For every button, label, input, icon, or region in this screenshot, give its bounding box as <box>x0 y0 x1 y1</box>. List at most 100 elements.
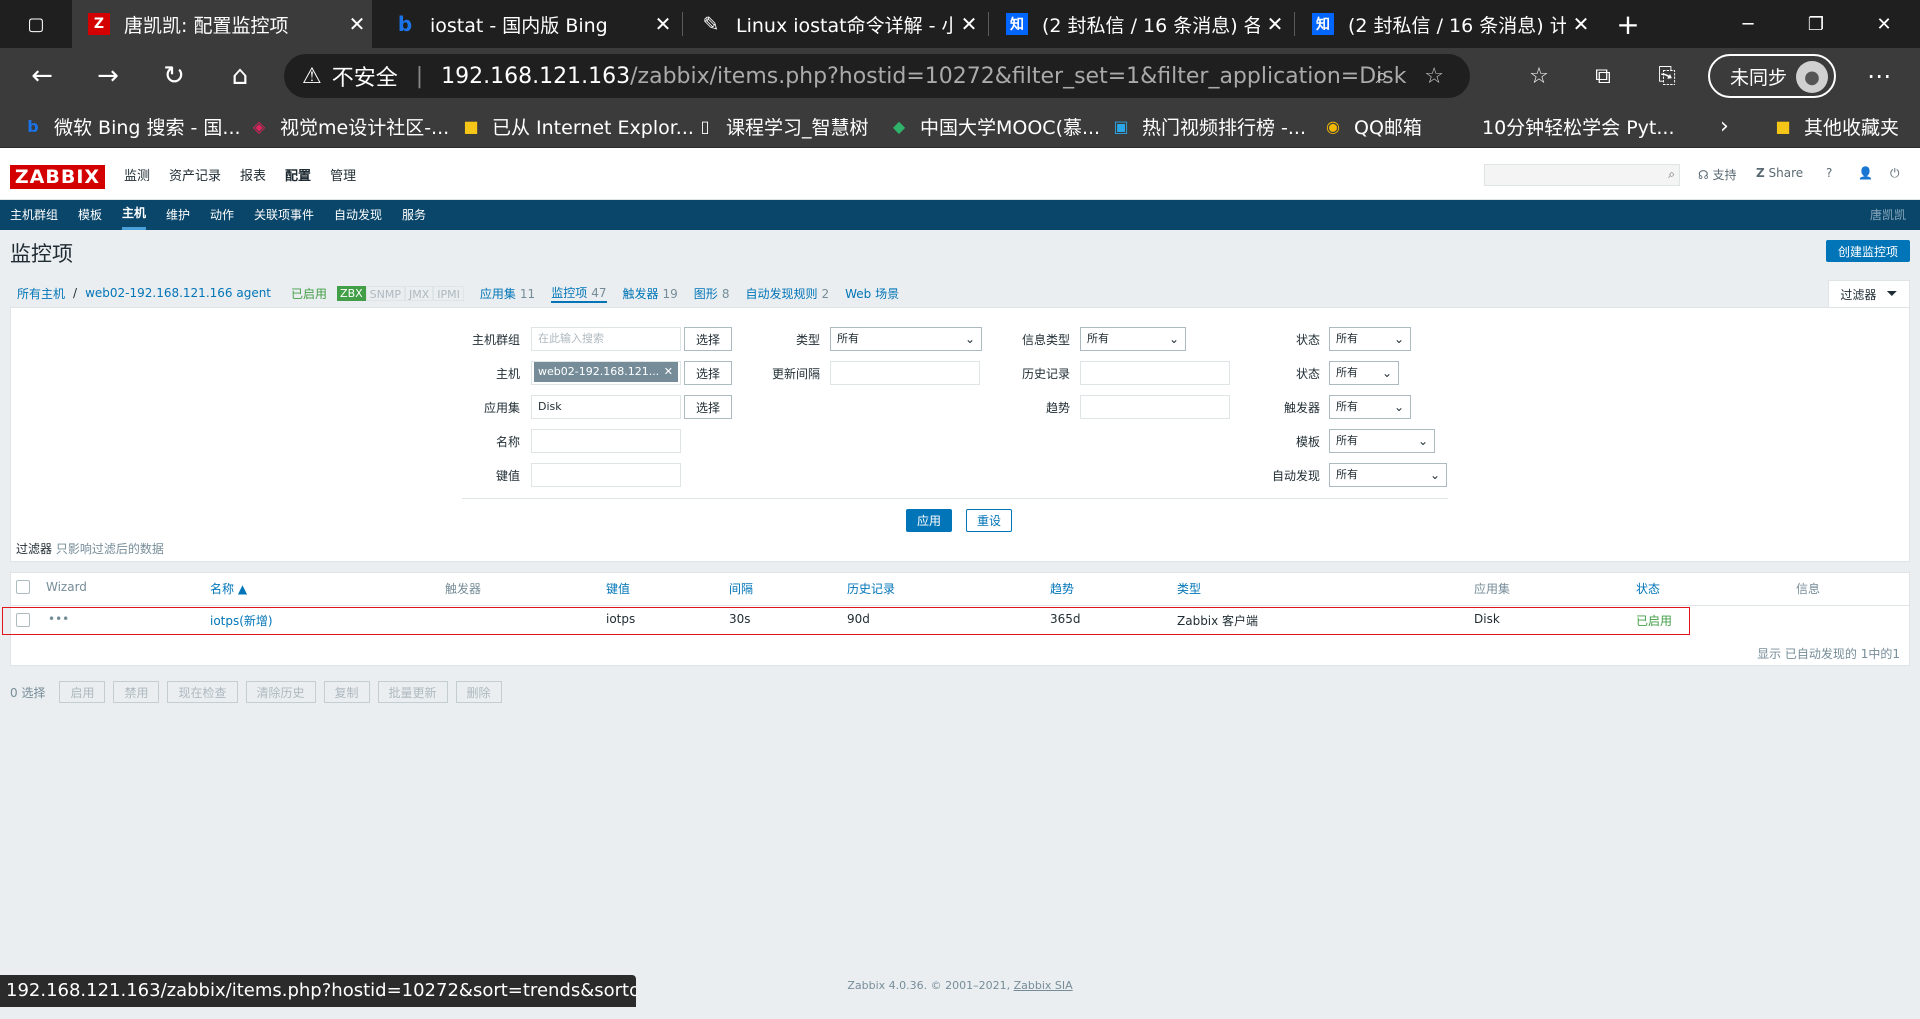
bookmark-6[interactable]: ▣ 热门视频排行榜 -... <box>1110 104 1306 148</box>
header-interval[interactable]: 间隔 <box>729 580 753 597</box>
status-select[interactable]: 所有 ⌄ <box>1329 361 1399 385</box>
tab-discovery-rules[interactable]: 自动发现规则 2 <box>745 285 829 302</box>
bookmark-other[interactable]: ■ 其他收藏夹 <box>1772 104 1899 148</box>
bookmark-3[interactable]: ■ 已从 Internet Explor... <box>460 104 693 148</box>
select-all-checkbox[interactable] <box>16 580 30 594</box>
breadcrumb-host[interactable]: web02-192.168.121.166 agent <box>85 286 271 300</box>
tab-actions-icon[interactable]: ▢ <box>12 0 60 48</box>
tab-triggers[interactable]: 触发器 19 <box>623 285 678 302</box>
insecure-label[interactable]: 不安全 <box>332 60 398 92</box>
browser-tab-3[interactable]: ✎ Linux iostat命令详解 - 小a ✕ <box>684 0 984 48</box>
header-key[interactable]: 键值 <box>606 580 630 597</box>
triggers-select[interactable]: 所有 ⌄ <box>1329 395 1411 419</box>
submenu-services[interactable]: 服务 <box>402 200 426 230</box>
help-icon[interactable]: ? <box>1826 166 1832 180</box>
host-group-select-button[interactable]: 选择 <box>684 327 732 351</box>
support-link[interactable]: ☊ 支持 <box>1698 166 1737 183</box>
close-tab-icon[interactable]: ✕ <box>954 12 984 36</box>
menu-inventory[interactable]: 资产记录 <box>169 165 221 184</box>
home-icon[interactable]: ⌂ <box>212 48 268 104</box>
state-select[interactable]: 所有 ⌄ <box>1329 327 1411 351</box>
check-now-button[interactable]: 现在检查 <box>167 681 238 703</box>
tab-web-scenarios[interactable]: Web 场景 <box>845 285 899 302</box>
submenu-discovery[interactable]: 自动发现 <box>334 200 382 230</box>
browser-tab-2[interactable]: b iostat - 国内版 Bing ✕ <box>378 0 678 48</box>
update-interval-input[interactable] <box>830 361 980 385</box>
bookmark-8[interactable]: 10分钟轻松学会 Pyt... <box>1482 104 1675 148</box>
bookmark-2[interactable]: ◈ 视觉me设计社区-... <box>248 104 449 148</box>
application-input[interactable]: Disk <box>531 395 681 419</box>
minimize-icon[interactable]: ─ <box>1724 0 1772 48</box>
bookmark-1[interactable]: b 微软 Bing 搜索 - 国... <box>22 104 240 148</box>
browser-tab-4[interactable]: 知 (2 封私信 / 16 条消息) 各个 ✕ <box>990 0 1290 48</box>
refresh-icon[interactable]: ↻ <box>146 48 202 104</box>
wizard-menu-icon[interactable]: ••• <box>48 612 69 626</box>
submenu-maintenance[interactable]: 维护 <box>166 200 190 230</box>
item-name-link[interactable]: iotps(新增) <box>210 612 273 629</box>
header-type[interactable]: 类型 <box>1177 580 1201 597</box>
zoom-icon[interactable]: ⌕ <box>1376 64 1388 89</box>
bookmark-4[interactable]: ▯ 课程学习_智慧树 <box>694 104 869 148</box>
host-chip[interactable]: web02-192.168.121... ✕ <box>534 362 678 382</box>
type-select[interactable]: 所有 ⌄ <box>830 327 982 351</box>
bookmark-5[interactable]: ◆ 中国大学MOOC(慕... <box>888 104 1100 148</box>
close-window-icon[interactable]: ✕ <box>1860 0 1908 48</box>
maximize-icon[interactable]: ❐ <box>1792 0 1840 48</box>
browser-tab-1[interactable]: Z 唐凯凯: 配置监控项 ✕ <box>72 0 372 48</box>
discovery-select[interactable]: 所有 ⌄ <box>1329 463 1447 487</box>
more-icon[interactable]: ⋯ <box>1854 48 1904 104</box>
breadcrumb-all-hosts[interactable]: 所有主机 <box>17 285 65 302</box>
history-input[interactable] <box>1080 361 1230 385</box>
header-trends[interactable]: 趋势 <box>1050 580 1074 597</box>
key-input[interactable] <box>531 463 681 487</box>
menu-administration[interactable]: 管理 <box>330 165 356 184</box>
close-tab-icon[interactable]: ✕ <box>648 12 678 36</box>
add-favorite-icon[interactable]: ☆ <box>1424 64 1444 89</box>
bookmarks-overflow-icon[interactable]: › <box>1720 104 1729 148</box>
submenu-templates[interactable]: 模板 <box>78 200 102 230</box>
menu-configuration[interactable]: 配置 <box>285 165 311 184</box>
search-icon[interactable]: ⌕ <box>1668 167 1675 182</box>
bookmark-7[interactable]: ◉ QQ邮箱 <box>1322 104 1422 148</box>
name-input[interactable] <box>531 429 681 453</box>
row-checkbox[interactable] <box>16 613 30 627</box>
mass-update-button[interactable]: 批量更新 <box>377 681 448 703</box>
host-group-input[interactable]: 在此输入搜索 <box>531 327 681 351</box>
delete-button[interactable]: 删除 <box>455 681 502 703</box>
remove-host-icon[interactable]: ✕ <box>664 362 673 382</box>
host-select-button[interactable]: 选择 <box>684 361 732 385</box>
header-status[interactable]: 状态 <box>1636 580 1660 597</box>
favorites-icon[interactable]: ☆ <box>1514 48 1564 104</box>
tab-applications[interactable]: 应用集 11 <box>480 285 535 302</box>
header-name[interactable]: 名称 ▲ <box>210 580 247 597</box>
disable-button[interactable]: 禁用 <box>113 681 160 703</box>
enable-button[interactable]: 启用 <box>59 681 106 703</box>
template-select[interactable]: 所有 ⌄ <box>1329 429 1435 453</box>
apply-button[interactable]: 应用 <box>906 509 952 532</box>
screenshot-icon[interactable]: ⎘ <box>1642 48 1692 104</box>
copy-button[interactable]: 复制 <box>323 681 370 703</box>
close-tab-icon[interactable]: ✕ <box>342 12 372 36</box>
global-search-input[interactable]: ⌕ <box>1484 164 1680 186</box>
new-tab-icon[interactable]: + <box>1604 0 1652 48</box>
footer-link[interactable]: Zabbix SIA <box>1014 979 1073 992</box>
collections-icon[interactable]: ⧉ <box>1578 48 1628 104</box>
item-status-toggle[interactable]: 已启用 <box>1636 612 1672 629</box>
trends-input[interactable] <box>1080 395 1230 419</box>
profile-button[interactable]: 未同步 ● <box>1708 54 1836 98</box>
reset-button[interactable]: 重设 <box>966 509 1012 532</box>
forward-icon[interactable]: → <box>80 48 136 104</box>
warning-icon[interactable]: ⚠ <box>302 64 322 89</box>
create-item-button[interactable]: 创建监控项 <box>1826 240 1910 262</box>
zabbix-logo[interactable]: ZABBIX <box>10 165 105 189</box>
menu-reports[interactable]: 报表 <box>240 165 266 184</box>
logout-icon[interactable]: ⏻ <box>1890 166 1900 181</box>
tab-graphs[interactable]: 图形 8 <box>694 285 730 302</box>
browser-tab-5[interactable]: 知 (2 封私信 / 16 条消息) 计算 ✕ <box>1296 0 1596 48</box>
address-bar[interactable]: ⚠ 不安全 | 192.168.121.163 /zabbix/items.ph… <box>284 54 1470 98</box>
clear-history-button[interactable]: 清除历史 <box>245 681 316 703</box>
info-type-select[interactable]: 所有 ⌄ <box>1080 327 1186 351</box>
share-link[interactable]: Z Share <box>1756 166 1803 180</box>
filter-tab[interactable]: 过滤器 ⏷ <box>1828 280 1910 307</box>
profile-icon[interactable]: 👤 <box>1858 166 1873 180</box>
